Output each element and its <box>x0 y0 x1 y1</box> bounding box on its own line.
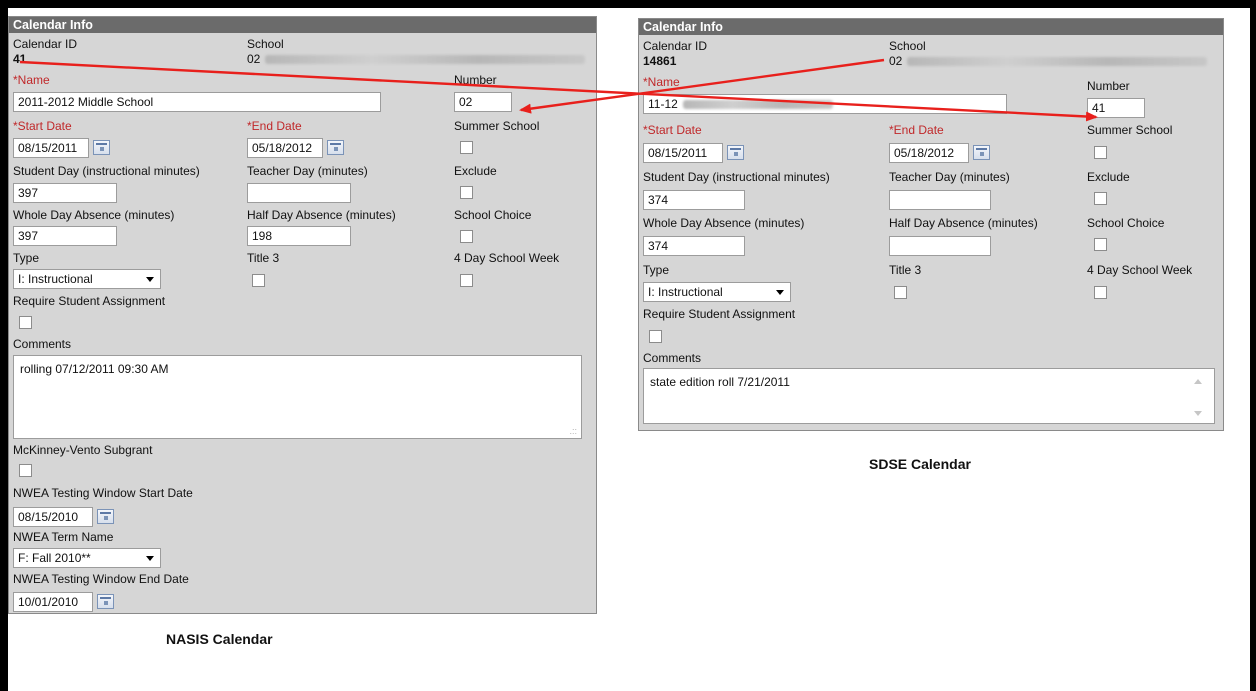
annotation-arrows <box>19 58 1098 122</box>
arrow-nasis-id-to-sdse-number <box>19 60 1098 122</box>
